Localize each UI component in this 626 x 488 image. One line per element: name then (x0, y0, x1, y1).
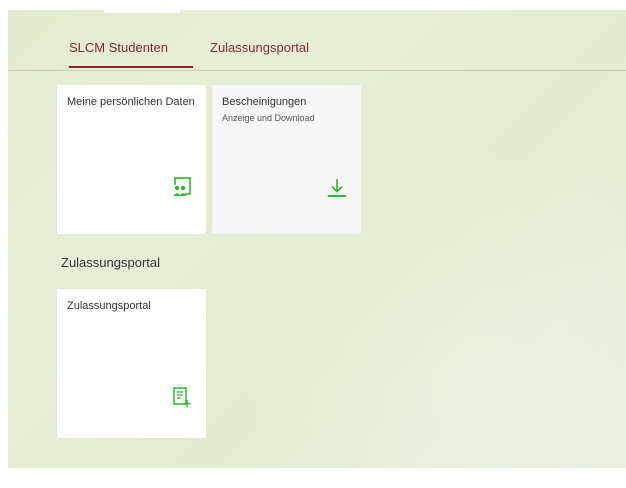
top-bar-stub (104, 10, 180, 13)
tile-certificates[interactable]: Bescheinigungen Anzeige und Download (212, 85, 361, 234)
add-document-icon (173, 387, 191, 407)
tile-zulassungsportal[interactable]: Zulassungsportal (57, 289, 206, 438)
launchpad-canvas: SLCM Studenten Zulassungsportal Meine pe… (8, 10, 626, 468)
active-tab-indicator (69, 66, 193, 68)
tile-personal-data[interactable]: Meine persönlichen Daten (57, 85, 206, 234)
download-icon (328, 179, 346, 197)
tile-title: Bescheinigungen (222, 96, 307, 108)
tab-slcm-studenten[interactable]: SLCM Studenten (69, 40, 168, 55)
tab-zulassungsportal[interactable]: Zulassungsportal (210, 40, 309, 55)
tile-title: Meine persönlichen Daten (67, 96, 195, 108)
tile-title: Zulassungsportal (67, 300, 151, 312)
group-title: Zulassungsportal (61, 255, 160, 270)
person-group-icon (173, 177, 191, 197)
tile-subtitle: Anzeige und Download (222, 113, 315, 123)
